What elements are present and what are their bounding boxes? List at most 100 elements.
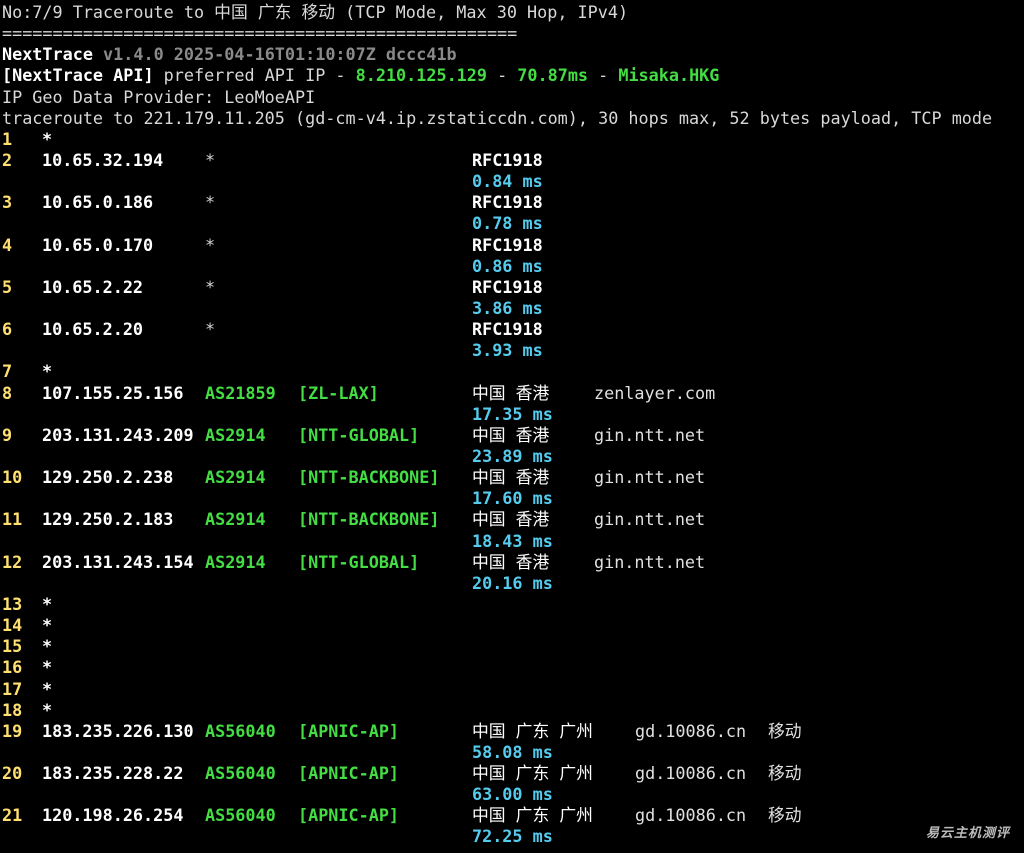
hop-ip: * [42,593,53,614]
hop-asn: * [205,234,216,255]
hop-isp: 移动 [768,805,802,826]
api-label: [NextTrace API] [2,65,154,86]
hop-row: 5 10.65.2.22 * RFC1918 [2,277,1022,298]
hop-asn: * [205,149,216,170]
hop-ip: 203.131.243.209 [42,424,194,445]
hop-tag: [NTT-BACKBONE] [298,509,440,530]
hop-rtt-row: 18.43 ms [2,531,1022,552]
api-latency: 70.87ms [517,65,589,86]
hop-number: 1 [2,128,13,149]
hop-number: 9 [2,424,13,445]
hop-number: 20 [2,763,23,784]
hop-geo: RFC1918 [472,149,543,170]
hop-number: 10 [2,467,23,488]
api-text: preferred API IP - [153,65,356,86]
hop-rtt-row: 72.25 ms [2,826,1022,847]
hop-list: 1 * 2 10.65.32.194 * RFC1918 0.84 ms 3 10.65.0.1… [2,129,1022,848]
hop-row: 21 120.198.26.254 AS56040 [APNIC-AP] 中国 广东 广… [2,805,1022,826]
hop-rtt-row: 20.16 ms [2,573,1022,594]
separator-line: ========================================… [2,23,518,44]
version-line: NextTrace v1.4.0 2025-04-16T01:10:07Z dc… [2,44,1022,65]
hop-row: 18 * [2,700,1022,721]
api-dash-2: - [588,65,619,86]
hop-number: 3 [2,192,13,213]
geo-provider-line: IP Geo Data Provider: LeoMoeAPI [2,86,316,107]
hop-host: gin.ntt.net [594,424,706,445]
hop-asn: AS56040 [205,720,276,741]
api-node: Misaka.HKG [618,65,720,86]
hop-ip: * [42,699,53,720]
hop-row: 17 * [2,679,1022,700]
hop-rtt: 72.25 ms [472,826,553,847]
hop-host: gin.ntt.net [594,467,706,488]
hop-rtt-row: 0.86 ms [2,256,1022,277]
hop-tag: [NTT-GLOBAL] [298,551,420,572]
hop-asn: AS2914 [205,424,266,445]
hop-rtt: 20.16 ms [472,572,553,593]
hop-rtt: 18.43 ms [472,530,553,551]
hop-host: gin.ntt.net [594,509,706,530]
hop-rtt-row: 63.00 ms [2,784,1022,805]
hop-row: 8 107.155.25.156 AS21859 [ZL-LAX] 中国 香港 zenla… [2,383,1022,404]
hop-row: 20 183.235.228.22 AS56040 [APNIC-AP] 中国 广东 广… [2,763,1022,784]
hop-ip: * [42,361,53,382]
hop-rtt: 63.00 ms [472,784,553,805]
hop-geo: 中国 香港 [472,382,550,403]
hop-number: 18 [2,699,23,720]
hop-rtt-row: 0.84 ms [2,171,1022,192]
hop-isp: 移动 [768,720,802,741]
hop-row: 6 10.65.2.20 * RFC1918 [2,319,1022,340]
hop-number: 11 [2,509,23,530]
traceroute-line: traceroute to 221.179.11.205 (gd-cm-v4.i… [2,107,993,128]
hop-rtt-row: 23.89 ms [2,446,1022,467]
hop-asn: AS21859 [205,382,276,403]
hop-tag: [APNIC-AP] [298,720,400,741]
hop-row: 15 * [2,636,1022,657]
hop-row: 12 203.131.243.154 AS2914 [NTT-GLOBAL] 中国 香港… [2,552,1022,573]
hop-geo: RFC1918 [472,234,543,255]
terminal-output: No:7/9 Traceroute to 中国 广东 移动 (TCP Mode,… [2,2,1022,848]
hop-row: 7 * [2,361,1022,382]
hop-ip: * [42,678,53,699]
hop-rtt: 17.35 ms [472,403,553,424]
hop-ip: 183.235.228.22 [42,763,184,784]
hop-asn: AS56040 [205,763,276,784]
hop-host: zenlayer.com [594,382,716,403]
hop-number: 2 [2,149,13,170]
hop-geo: RFC1918 [472,192,543,213]
hop-rtt: 0.84 ms [472,171,543,192]
hop-rtt: 17.60 ms [472,488,553,509]
hop-geo: 中国 广东 广州 [472,805,593,826]
trace-title: No:7/9 Traceroute to 中国 广东 移动 (TCP Mode,… [2,2,629,22]
hop-ip: * [42,636,53,657]
hop-ip: 203.131.243.154 [42,551,194,572]
hop-geo: RFC1918 [472,276,543,297]
hop-row: 2 10.65.32.194 * RFC1918 [2,150,1022,171]
hop-rtt-row: 17.35 ms [2,404,1022,425]
hop-rtt: 23.89 ms [472,445,553,466]
hop-isp: 移动 [768,763,802,784]
hop-row: 3 10.65.0.186 * RFC1918 [2,192,1022,213]
hop-tag: [NTT-BACKBONE] [298,467,440,488]
hop-geo: 中国 香港 [472,509,550,530]
api-line: [NextTrace API] preferred API IP - 8.210… [2,65,1022,86]
hop-number: 7 [2,361,13,382]
hop-asn: AS2914 [205,509,266,530]
api-ip: 8.210.125.129 [355,65,487,86]
hop-rtt: 0.78 ms [472,213,543,234]
hop-rtt-row: 0.78 ms [2,213,1022,234]
hop-tag: [APNIC-AP] [298,763,400,784]
hop-row: 14 * [2,615,1022,636]
hop-geo: 中国 广东 广州 [472,720,593,741]
hop-ip: 129.250.2.183 [42,509,174,530]
hop-rtt-row: 17.60 ms [2,488,1022,509]
hop-asn: * [205,319,216,340]
hop-host: gin.ntt.net [594,551,706,572]
hop-rtt: 3.93 ms [472,340,543,361]
hop-ip: 107.155.25.156 [42,382,184,403]
hop-number: 13 [2,593,23,614]
hop-ip: 10.65.0.170 [42,234,154,255]
hop-host: gd.10086.cn [635,720,747,741]
hop-ip: 183.235.226.130 [42,720,194,741]
hop-ip: * [42,657,53,678]
